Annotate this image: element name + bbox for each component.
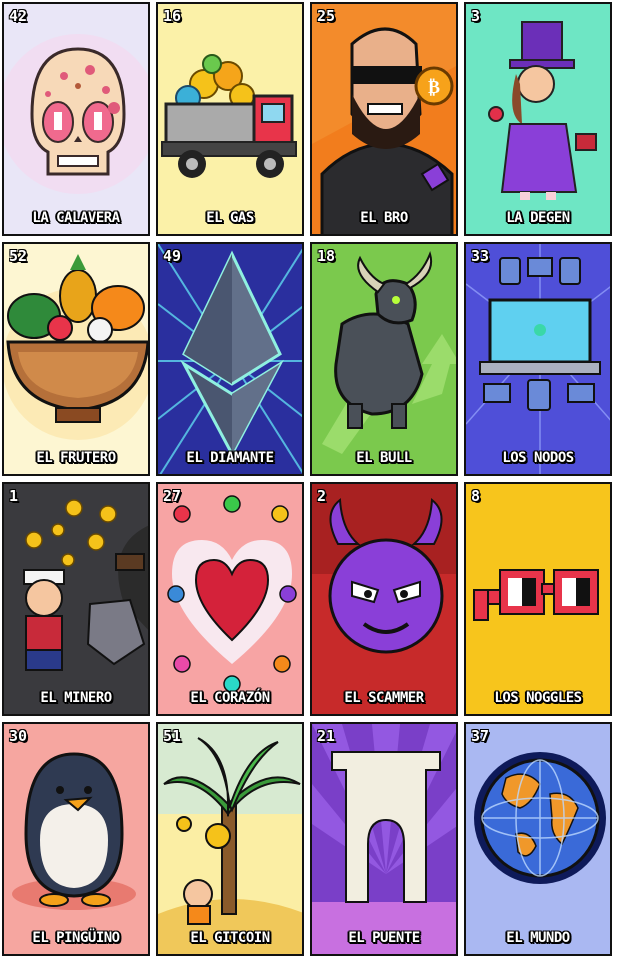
loteria-card-grid: 42 LA CALAVERA 16 EL GAS ₿ 25 EL BRO 3 L…	[0, 0, 618, 960]
skull-icon	[4, 4, 148, 234]
card-title: EL BULL	[356, 450, 412, 466]
card-el-diamante[interactable]: 49 EL DIAMANTE	[156, 242, 304, 476]
card-title: EL CORAZÓN	[190, 690, 270, 706]
card-title: EL FRUTERO	[36, 450, 116, 466]
card-title: EL PINGÜINO	[32, 930, 120, 946]
card-el-mundo[interactable]: 37 EL MUNDO	[464, 722, 612, 956]
card-number: 21	[317, 727, 336, 745]
card-el-minero[interactable]: 1 EL MINERO	[2, 482, 150, 716]
card-title: LA DEGEN	[506, 210, 570, 226]
globe-icon	[466, 724, 610, 954]
card-el-scammer[interactable]: 2 EL SCAMMER	[310, 482, 458, 716]
miner-icon	[4, 484, 148, 714]
card-el-puente[interactable]: 21 EL PUENTE	[310, 722, 458, 956]
card-title: EL BRO	[360, 210, 408, 226]
card-title: EL DIAMANTE	[186, 450, 274, 466]
card-number: 49	[163, 247, 182, 265]
card-title: LOS NOGGLES	[494, 690, 582, 706]
bridge-icon	[312, 724, 456, 954]
degen-icon	[466, 4, 610, 234]
card-el-corazon[interactable]: 27 EL CORAZÓN	[156, 482, 304, 716]
card-title: EL SCAMMER	[344, 690, 424, 706]
card-number: 16	[163, 7, 182, 25]
card-number: 27	[163, 487, 182, 505]
card-los-nodos[interactable]: 33 LOS NODOS	[464, 242, 612, 476]
truck-icon	[158, 4, 302, 234]
card-title: EL GAS	[206, 210, 254, 226]
card-la-calavera[interactable]: 42 LA CALAVERA	[2, 2, 150, 236]
card-title: LA CALAVERA	[32, 210, 120, 226]
card-number: 3	[471, 7, 481, 25]
card-el-frutero[interactable]: 52 EL FRUTERO	[2, 242, 150, 476]
card-number: 52	[9, 247, 28, 265]
card-title: LOS NODOS	[502, 450, 574, 466]
card-title: EL PUENTE	[348, 930, 420, 946]
card-number: 33	[471, 247, 490, 265]
card-la-degen[interactable]: 3 LA DEGEN	[464, 2, 612, 236]
card-number: 51	[163, 727, 182, 745]
penguin-icon	[4, 724, 148, 954]
bull-icon	[312, 244, 456, 474]
card-el-gitcoin[interactable]: 51 EL GITCOIN	[156, 722, 304, 956]
card-number: 2	[317, 487, 327, 505]
card-el-bull[interactable]: 18 EL BULL	[310, 242, 458, 476]
card-el-pinguino[interactable]: 30 EL PINGÜINO	[2, 722, 150, 956]
card-number: 25	[317, 7, 336, 25]
card-number: 37	[471, 727, 490, 745]
devil-icon	[312, 484, 456, 714]
card-los-noggles[interactable]: 8 LOS NOGGLES	[464, 482, 612, 716]
card-number: 42	[9, 7, 28, 25]
palm-tree-icon	[158, 724, 302, 954]
card-number: 8	[471, 487, 481, 505]
card-title: EL MUNDO	[506, 930, 570, 946]
card-title: EL MINERO	[40, 690, 112, 706]
bro-icon: ₿	[312, 4, 456, 234]
card-number: 30	[9, 727, 28, 745]
card-el-gas[interactable]: 16 EL GAS	[156, 2, 304, 236]
heart-icon	[158, 484, 302, 714]
svg-text:₿: ₿	[428, 77, 440, 98]
fruit-bowl-icon	[4, 244, 148, 474]
nodes-icon	[466, 244, 610, 474]
card-el-bro[interactable]: ₿ 25 EL BRO	[310, 2, 458, 236]
ethereum-diamond-icon	[158, 244, 302, 474]
card-number: 18	[317, 247, 336, 265]
noggles-icon	[466, 484, 610, 714]
card-title: EL GITCOIN	[190, 930, 270, 946]
card-number: 1	[9, 487, 19, 505]
